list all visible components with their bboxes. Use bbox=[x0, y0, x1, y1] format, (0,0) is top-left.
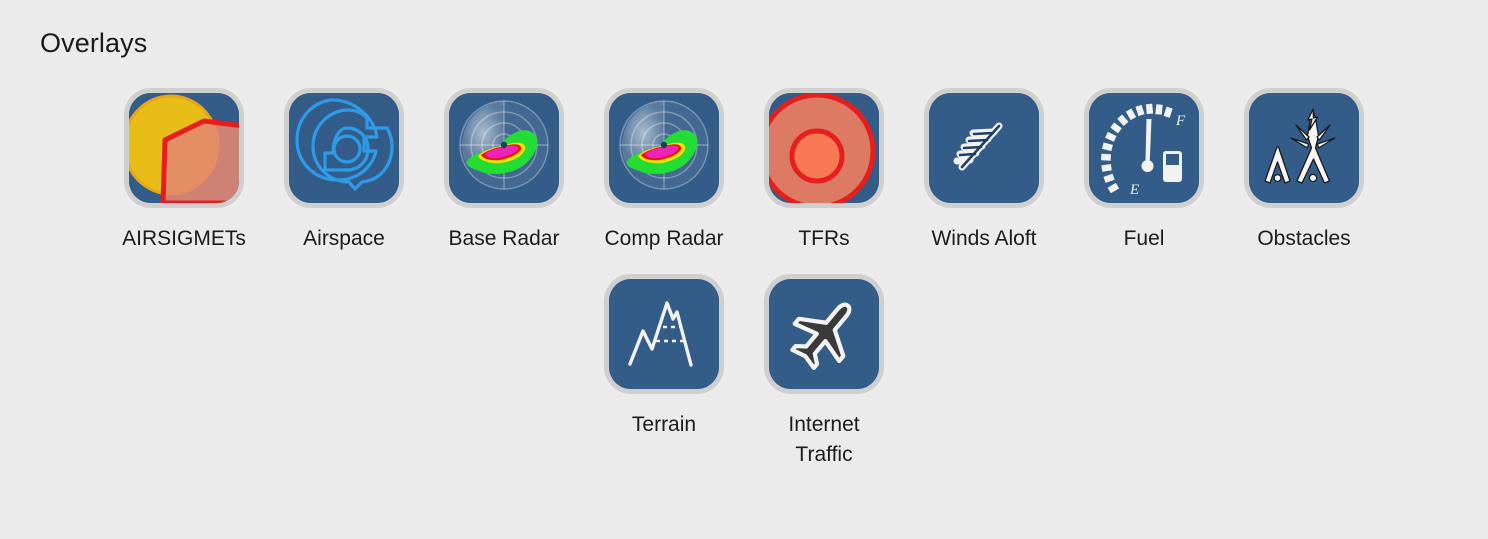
overlay-icon-frame[interactable] bbox=[1244, 88, 1364, 208]
overlay-item-airsigmets[interactable]: AIRSIGMETs bbox=[104, 88, 264, 254]
overlay-item-base-radar[interactable]: Base Radar bbox=[424, 88, 584, 254]
svg-text:E: E bbox=[1129, 182, 1139, 198]
overlay-label: Winds Aloft bbox=[931, 227, 1037, 250]
airplane-icon bbox=[769, 278, 879, 389]
overlay-label: TFRs bbox=[798, 227, 850, 250]
overlay-label: Base Radar bbox=[448, 227, 560, 250]
overlay-icon-frame[interactable] bbox=[124, 88, 244, 208]
overlay-icon-frame[interactable] bbox=[604, 88, 724, 208]
overlay-icon-frame[interactable] bbox=[444, 88, 564, 208]
overlay-icon-frame[interactable] bbox=[604, 273, 724, 394]
wind-barb-icon bbox=[929, 93, 1039, 203]
overlay-item-terrain[interactable]: Terrain bbox=[584, 273, 744, 470]
radar-sweep-icon bbox=[449, 93, 559, 203]
overlay-icon-frame[interactable]: F E bbox=[1084, 88, 1204, 208]
airspace-rings-icon bbox=[289, 93, 399, 203]
radar-sweep-icon bbox=[609, 93, 719, 203]
fuel-gauge-icon: F E bbox=[1089, 93, 1199, 203]
overlay-label: Obstacles bbox=[1257, 227, 1351, 250]
overlay-item-comp-radar[interactable]: Comp Radar bbox=[584, 88, 744, 254]
overlay-label: Comp Radar bbox=[604, 227, 724, 250]
overlays-grid: AIRSIGMETs Airspace Base Radar Comp Rada… bbox=[104, 88, 1444, 469]
tfr-circles-icon bbox=[769, 93, 879, 203]
overlay-item-obstacles[interactable]: Obstacles bbox=[1224, 88, 1384, 254]
page-title: Overlays bbox=[40, 28, 148, 58]
overlay-item-winds-aloft[interactable]: Winds Aloft bbox=[904, 88, 1064, 254]
overlay-item-fuel[interactable]: F E Fuel bbox=[1064, 88, 1224, 254]
mountain-profile-icon bbox=[609, 278, 719, 389]
overlay-label: Terrain bbox=[631, 412, 697, 436]
overlay-icon-frame[interactable] bbox=[284, 88, 404, 208]
overlays-row-2: Terrain Internet Traffic bbox=[584, 273, 1444, 470]
overlays-row-1: AIRSIGMETs Airspace Base Radar Comp Rada… bbox=[104, 88, 1444, 254]
airsigmet-polygon-icon bbox=[129, 93, 239, 203]
overlay-item-internet-traffic[interactable]: Internet Traffic bbox=[744, 273, 904, 470]
overlay-label: AIRSIGMETs bbox=[122, 227, 246, 250]
svg-text:F: F bbox=[1175, 113, 1186, 129]
obstacle-towers-icon bbox=[1249, 93, 1359, 203]
overlay-label: Airspace bbox=[303, 227, 385, 250]
overlay-icon-frame[interactable] bbox=[764, 273, 884, 394]
overlay-icon-frame[interactable] bbox=[764, 88, 884, 208]
overlay-label: Internet Traffic bbox=[788, 412, 860, 466]
overlay-icon-frame[interactable] bbox=[924, 88, 1044, 208]
overlay-label: Fuel bbox=[1123, 227, 1165, 250]
overlay-item-tfrs[interactable]: TFRs bbox=[744, 88, 904, 254]
overlay-item-airspace[interactable]: Airspace bbox=[264, 88, 424, 254]
